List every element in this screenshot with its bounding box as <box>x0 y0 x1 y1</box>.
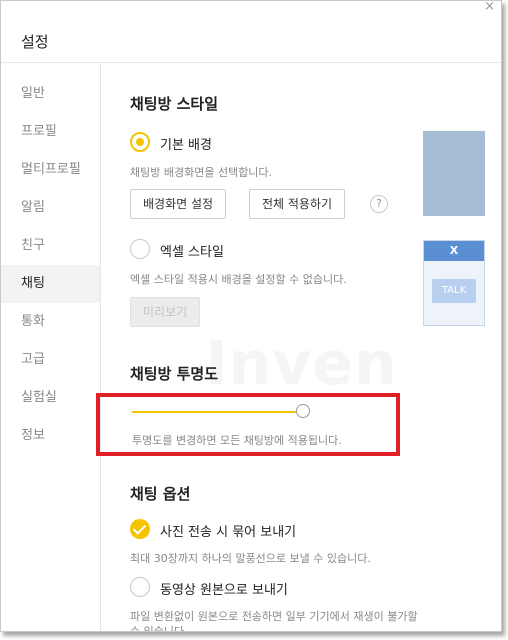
label-video-original: 동영상 원본으로 보내기 <box>160 583 288 598</box>
excel-style-preview-image: X TALK <box>423 240 485 326</box>
window-title: 설정 <box>21 33 49 51</box>
desc-video-original-line1: 파일 변환없이 원본으로 전송하면 일부 기기에서 재생이 불가할 <box>130 610 418 623</box>
settings-window: × 설정 일반 프로필 멀티프로필 알림 친구 채팅 통화 고급 실험실 정보 … <box>0 0 502 632</box>
desc-basic-background: 채팅방 배경화면을 선택합니다. <box>130 166 273 179</box>
excel-preview-talk-badge: TALK <box>432 279 476 303</box>
label-excel-style: 엑셀 스타일 <box>160 245 224 260</box>
sidebar-item-chat[interactable]: 채팅 <box>1 265 100 303</box>
checkbox-photo-bundle[interactable] <box>130 519 150 539</box>
excel-preview-header: X <box>424 241 484 261</box>
transparency-slider-thumb[interactable] <box>296 404 310 418</box>
sidebar-item-call[interactable]: 통화 <box>1 303 100 341</box>
desc-transparency: 투명도를 변경하면 모든 채팅방에 적용됩니다. <box>132 434 342 447</box>
desc-excel-style: 엑셀 스타일 적용시 배경을 설정할 수 없습니다. <box>130 273 347 286</box>
settings-content: Inven 채팅방 스타일 기본 배경 채팅방 배경화면을 선택합니다. 배경화… <box>102 63 501 631</box>
help-icon[interactable]: ? <box>370 195 388 213</box>
section-title-chat-style: 채팅방 스타일 <box>130 95 219 113</box>
label-photo-bundle: 사진 전송 시 묶어 보내기 <box>160 525 297 540</box>
radio-basic-background[interactable] <box>130 132 150 152</box>
sidebar-item-advanced[interactable]: 고급 <box>1 341 100 379</box>
section-title-transparency: 채팅방 투명도 <box>130 365 219 383</box>
sidebar-item-friends[interactable]: 친구 <box>1 227 100 265</box>
sidebar-item-notifications[interactable]: 알림 <box>1 189 100 227</box>
title-bar: 설정 <box>1 1 501 63</box>
radio-excel-style[interactable] <box>130 239 150 259</box>
sidebar-item-general[interactable]: 일반 <box>1 75 100 113</box>
checkbox-video-original[interactable] <box>130 577 150 597</box>
section-title-chat-options: 채팅 옵션 <box>130 485 191 503</box>
transparency-slider-track[interactable] <box>132 411 302 413</box>
sidebar-item-multiprofile[interactable]: 멀티프로필 <box>1 151 100 189</box>
desc-photo-bundle: 최대 30장까지 하나의 말풍선으로 보낼 수 있습니다. <box>130 552 371 565</box>
sidebar-item-info[interactable]: 정보 <box>1 417 100 455</box>
apply-all-button[interactable]: 전체 적용하기 <box>249 189 346 219</box>
desc-video-original-line2: 수 있습니다. <box>130 625 188 632</box>
set-background-button[interactable]: 배경화면 설정 <box>130 189 227 219</box>
sidebar-item-profile[interactable]: 프로필 <box>1 113 100 151</box>
label-basic-background: 기본 배경 <box>160 138 212 153</box>
sidebar: 일반 프로필 멀티프로필 알림 친구 채팅 통화 고급 실험실 정보 <box>1 63 101 631</box>
background-preview-image <box>423 131 485 216</box>
sidebar-item-lab[interactable]: 실험실 <box>1 379 100 417</box>
preview-button[interactable]: 미리보기 <box>130 297 201 327</box>
